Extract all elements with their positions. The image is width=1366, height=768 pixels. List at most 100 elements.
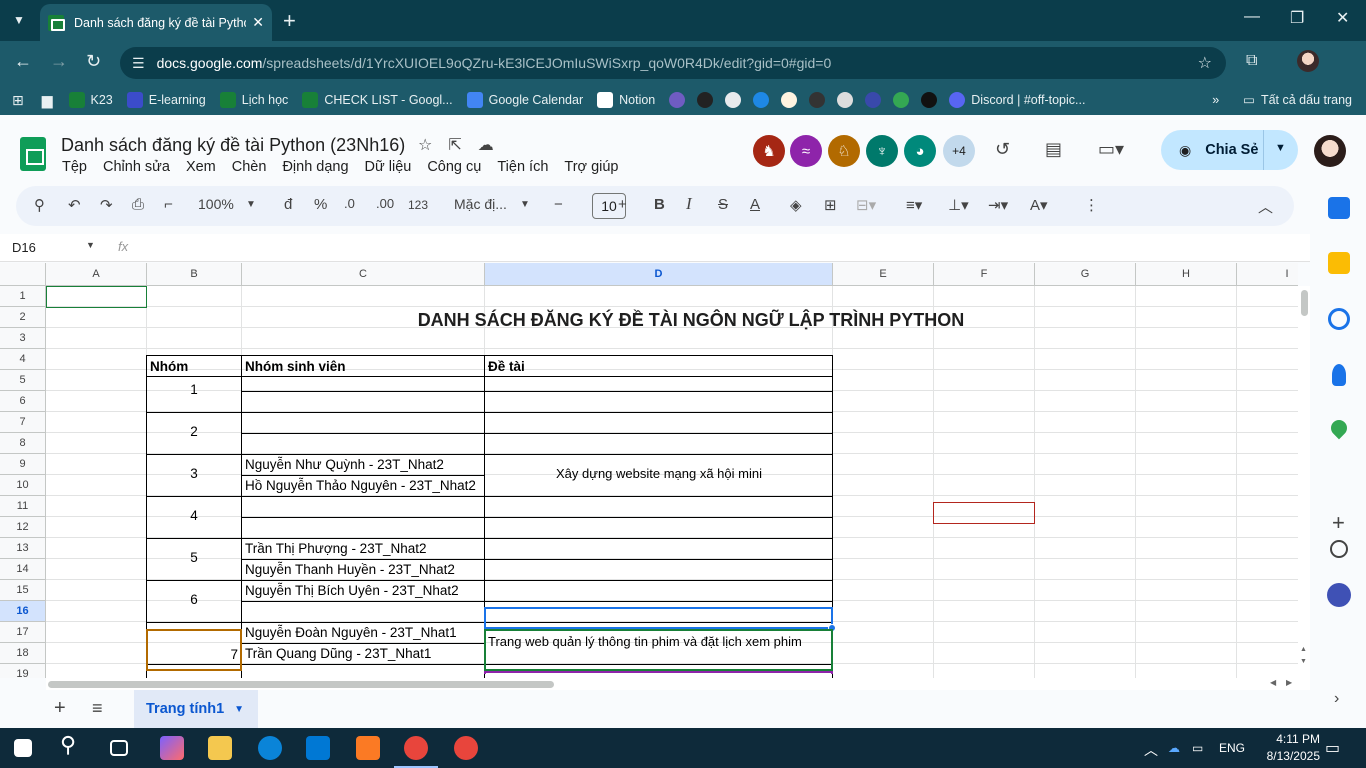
- column-header-e[interactable]: E: [833, 263, 934, 286]
- menu-data[interactable]: Dữ liệu: [365, 159, 412, 175]
- spreadsheet-grid[interactable]: A B C D E F G H I 1 2 3 4 5 6 7 8 9 10 11 12 13 14 15 1…: [0, 263, 1298, 678]
- share-dropdown-icon[interactable]: ▼: [1275, 142, 1286, 154]
- menu-view[interactable]: Xem: [186, 159, 216, 175]
- vertical-scrollbar[interactable]: ▲ ▼: [1298, 286, 1310, 678]
- vscode-icon[interactable]: [306, 736, 330, 760]
- bookmark-elearning[interactable]: E-learning: [126, 92, 206, 108]
- row-header-2[interactable]: 2: [0, 307, 46, 328]
- menu-help[interactable]: Trợ giúp: [564, 159, 618, 175]
- share-button[interactable]: ◉ Chia Sẻ ▼: [1161, 130, 1298, 170]
- copilot-icon[interactable]: [160, 736, 184, 760]
- reload-icon[interactable]: ↻: [86, 51, 101, 72]
- language-indicator[interactable]: ENG: [1219, 741, 1245, 755]
- undo-icon[interactable]: ↶: [68, 196, 81, 214]
- name-box[interactable]: D16: [12, 240, 36, 255]
- bookmark-icon-3[interactable]: [753, 92, 770, 108]
- text-wrap-icon[interactable]: ⇥▾: [988, 196, 1008, 214]
- menu-format[interactable]: Định dạng: [282, 159, 348, 175]
- comments-icon[interactable]: ▤: [1045, 139, 1062, 160]
- meet-icon[interactable]: ▭▾: [1098, 139, 1124, 160]
- sheets-logo-icon[interactable]: [20, 137, 46, 171]
- menu-file[interactable]: Tệp: [62, 159, 87, 175]
- column-header-h[interactable]: H: [1136, 263, 1237, 286]
- merge-cells-icon[interactable]: ⊟▾: [856, 196, 876, 214]
- redo-icon[interactable]: ↷: [100, 196, 113, 214]
- new-tab-button[interactable]: +: [283, 8, 296, 34]
- contacts-icon[interactable]: [1332, 364, 1346, 386]
- search-icon[interactable]: ⚲: [60, 732, 84, 757]
- bold-icon[interactable]: B: [654, 196, 665, 213]
- column-header-d[interactable]: D: [485, 263, 833, 286]
- column-header-f[interactable]: F: [934, 263, 1035, 286]
- bookmark-google-calendar[interactable]: Google Calendar: [466, 92, 583, 108]
- restore-icon[interactable]: ❐: [1290, 8, 1304, 28]
- font-dropdown-icon[interactable]: ▼: [520, 199, 530, 210]
- vertical-align-icon[interactable]: ⊥▾: [948, 196, 969, 214]
- row-header-8[interactable]: 8: [0, 433, 46, 454]
- bookmark-lich-hoc[interactable]: Lịch học: [219, 92, 288, 108]
- italic-icon[interactable]: I: [686, 194, 692, 214]
- bookmark-icon-6[interactable]: [837, 92, 854, 108]
- xampp-icon[interactable]: [356, 736, 380, 760]
- apps-icon[interactable]: ⊞: [12, 92, 24, 109]
- row-header-17[interactable]: 17: [0, 622, 46, 643]
- all-sheets-button[interactable]: ≡: [92, 698, 103, 719]
- bookmark-checklist[interactable]: CHECK LIST - Googl...: [302, 92, 453, 108]
- forward-icon[interactable]: →: [50, 51, 68, 72]
- tasks-icon[interactable]: [1328, 308, 1350, 330]
- close-window-icon[interactable]: ✕: [1336, 8, 1349, 28]
- collaborator-avatar-1[interactable]: ♞: [753, 135, 785, 167]
- menu-tools[interactable]: Công cụ: [427, 159, 481, 175]
- bookmark-discord[interactable]: Discord | #off-topic...: [949, 92, 1085, 108]
- text-color-icon[interactable]: A: [750, 196, 760, 213]
- collaborator-avatar-5[interactable]: ◕: [904, 135, 936, 167]
- clock-time[interactable]: 4:11 PM: [1258, 732, 1320, 746]
- column-header-b[interactable]: B: [147, 263, 242, 286]
- fill-color-icon[interactable]: ◈: [790, 196, 802, 214]
- folder-icon[interactable]: ▆: [42, 92, 53, 109]
- active-tab[interactable]: Danh sách đăng ký đề tài Pytho ✕: [40, 4, 272, 41]
- zoom-dropdown-icon[interactable]: ▼: [246, 199, 256, 210]
- menu-insert[interactable]: Chèn: [232, 159, 267, 175]
- sheet-tab-1[interactable]: Trang tính1 ▼: [134, 690, 258, 728]
- more-collaborators[interactable]: +4: [943, 135, 975, 167]
- row-header-18[interactable]: 18: [0, 643, 46, 664]
- menu-edit[interactable]: Chỉnh sửa: [103, 159, 170, 175]
- row-header-10[interactable]: 10: [0, 475, 46, 496]
- cloud-status-icon[interactable]: ☁: [478, 135, 494, 155]
- file-explorer-icon[interactable]: [208, 736, 232, 760]
- row-header-12[interactable]: 12: [0, 517, 46, 538]
- percent-button[interactable]: %: [314, 196, 327, 213]
- edge-icon[interactable]: [258, 736, 282, 760]
- borders-icon[interactable]: ⊞: [824, 196, 837, 214]
- tab-search-button[interactable]: ▼: [4, 6, 34, 34]
- document-title[interactable]: Danh sách đăng ký đề tài Python (23Nh16): [61, 135, 405, 156]
- tray-overflow-icon[interactable]: ︿: [1144, 740, 1158, 760]
- horizontal-align-icon[interactable]: ≡▾: [906, 196, 922, 214]
- row-header-1[interactable]: 1: [0, 286, 46, 307]
- number-format-button[interactable]: 123: [408, 198, 428, 212]
- profile-avatar[interactable]: [1297, 50, 1319, 72]
- collapse-toolbar-icon[interactable]: ︿: [1258, 196, 1273, 217]
- address-bar[interactable]: ☰ docs.google.com/spreadsheets/d/1YrcXUI…: [120, 47, 1226, 79]
- increase-decimal-button[interactable]: .00: [376, 196, 394, 211]
- chrome-icon[interactable]: [404, 736, 428, 760]
- expand-panel-icon[interactable]: ›: [1334, 690, 1339, 708]
- name-box-dropdown-icon[interactable]: ▼: [86, 240, 95, 250]
- more-options-icon[interactable]: ⋮: [1084, 196, 1099, 214]
- decrease-font-size-icon[interactable]: −: [554, 196, 563, 213]
- strikethrough-icon[interactable]: S: [718, 196, 728, 213]
- row-header-19[interactable]: 19: [0, 664, 46, 678]
- row-header-14[interactable]: 14: [0, 559, 46, 580]
- start-icon[interactable]: [14, 739, 32, 757]
- increase-font-size-icon[interactable]: +: [618, 196, 627, 213]
- calendar-icon[interactable]: [1328, 197, 1350, 219]
- history-icon[interactable]: ↺: [995, 139, 1010, 160]
- row-header-15[interactable]: 15: [0, 580, 46, 601]
- maps-icon[interactable]: [1327, 416, 1351, 440]
- row-header-16[interactable]: 16: [0, 601, 46, 622]
- print-icon[interactable]: ⎙: [132, 196, 144, 213]
- back-icon[interactable]: ←: [14, 51, 32, 72]
- add-sheet-button[interactable]: +: [54, 697, 66, 720]
- select-all-corner[interactable]: [0, 263, 46, 286]
